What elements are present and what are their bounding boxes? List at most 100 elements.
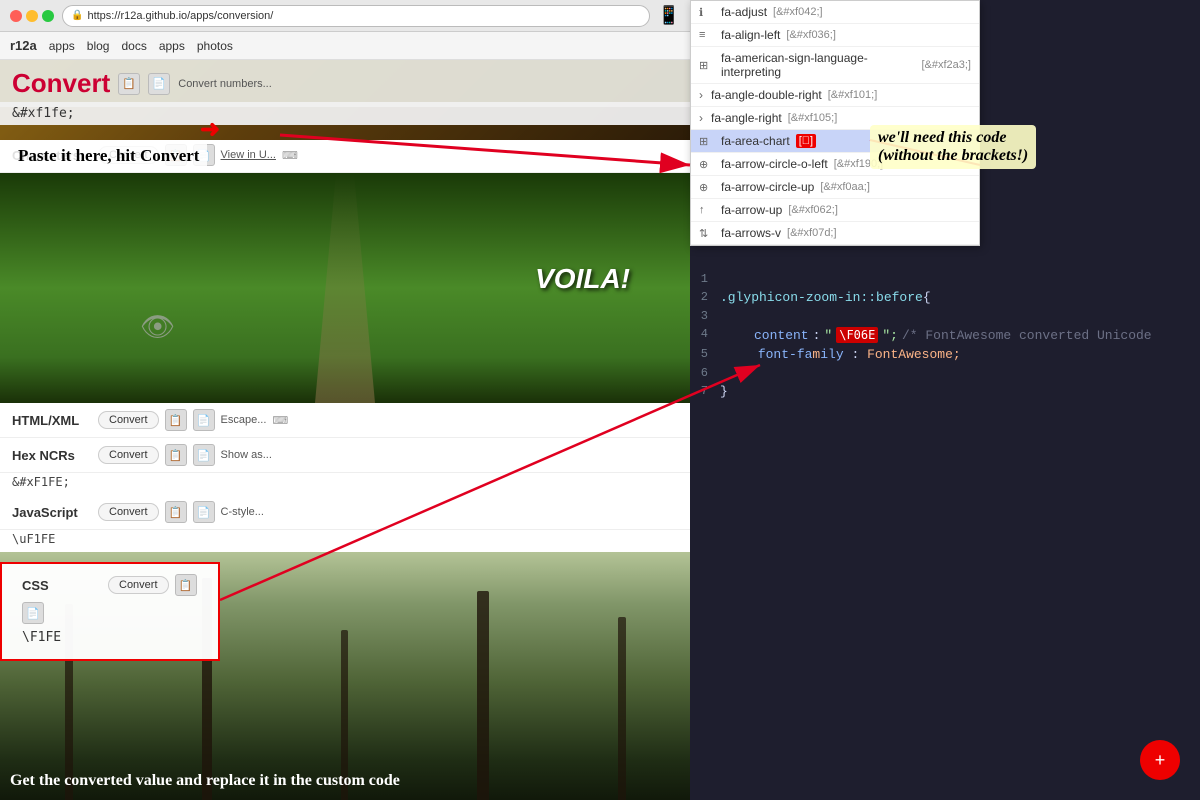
we-need-annotation: we'll need this code (without the bracke… [870, 125, 1036, 169]
address-bar[interactable]: 🔒 https://r12a.github.io/apps/conversion… [62, 5, 650, 27]
line-num-3: 3 [690, 309, 720, 323]
paste-instruction: Paste it here, hit Convert [10, 140, 207, 172]
fa-align-left-code: [&#xf036;] [786, 29, 836, 41]
fa-arrow-circle-up-code: [&#xf0aa;] [820, 181, 870, 193]
dropdown-fa-align-left[interactable]: ≡ fa-align-left [&#xf036;] [691, 24, 979, 47]
css-convert-btn[interactable]: Convert [108, 576, 169, 594]
fa-arrows-v-name: fa-arrows-v [721, 226, 781, 240]
code-line-3: 3 [690, 307, 1200, 325]
css-selector: .glyphicon-zoom-in::before [720, 290, 923, 305]
comment-1: /* FontAwesome converted Unicode [902, 328, 1152, 343]
browser-buttons [10, 10, 54, 22]
code-line-4: 4 content : " \F06E "; /* FontAwesome co… [690, 325, 1200, 345]
nav-apps2[interactable]: apps [159, 39, 185, 53]
fa-angle-double-right-code: [&#xf101;] [828, 89, 878, 101]
header-subtitle: Convert numbers... [178, 78, 272, 90]
content-value: " [824, 328, 832, 343]
fa-adjust-code: [&#xf042;] [773, 6, 823, 18]
keyboard-icon-2: ⌨ [272, 414, 288, 427]
nav-apps[interactable]: apps [49, 39, 75, 53]
main-title: Convert [12, 68, 110, 99]
dropdown-fa-arrows-v[interactable]: ⇅ fa-arrows-v [&#xf07d;] [691, 222, 979, 245]
fa-area-chart-icon: ⊞ [699, 135, 715, 148]
copy-header-btn[interactable]: 📋 [118, 73, 140, 95]
hexncrs-value-row: &#xF1FE; [0, 473, 690, 495]
fa-arrow-circle-o-left-name: fa-arrow-circle-o-left [721, 157, 828, 171]
dropdown-fa-asl[interactable]: ⊞ fa-american-sign-language-interpreting… [691, 47, 979, 84]
dropdown-fa-angle-double-right[interactable]: › fa-angle-double-right [&#xf101;] [691, 84, 979, 107]
hexncrs-value: &#xF1FE; [12, 475, 70, 489]
chevron-right-2: › [699, 111, 703, 125]
javascript-copy-btn[interactable]: 📋 [165, 501, 187, 523]
maximize-window-btn[interactable] [42, 10, 54, 22]
keyboard-icon-1: ⌨ [282, 149, 298, 162]
hexncrs-label: Hex NCRs [12, 448, 92, 463]
hexncrs-info-btn[interactable]: 📄 [193, 444, 215, 466]
javascript-info-btn[interactable]: 📄 [193, 501, 215, 523]
line-num-6: 6 [690, 366, 720, 380]
dropdown-fa-arrow-up[interactable]: ↑ fa-arrow-up [&#xf062;] [691, 199, 979, 222]
chevron-right-1: › [699, 88, 703, 102]
nav-bar: r12a apps blog docs apps photos [0, 32, 690, 60]
dropdown-fa-adjust[interactable]: ℹ fa-adjust [&#xf042;] [691, 1, 979, 24]
fa-asl-icon: ⊞ [699, 59, 715, 72]
fa-angle-double-right-name: fa-angle-double-right [711, 88, 822, 102]
css-info-btn[interactable]: 📄 [22, 602, 44, 624]
css-value: \F1FE [14, 628, 206, 653]
fa-align-left-icon: ≡ [699, 29, 715, 41]
escape-link[interactable]: Escape... [221, 414, 267, 426]
open-brace-1: { [923, 290, 931, 305]
htmlxml-info-btn[interactable]: 📄 [193, 409, 215, 431]
fa-arrow-circle-o-left-icon: ⊕ [699, 158, 715, 171]
dropdown-fa-arrow-circle-up[interactable]: ⊕ fa-arrow-circle-up [&#xf0aa;] [691, 176, 979, 199]
code-editor: 1 2 .glyphicon-zoom-in::before{ 3 4 cont… [690, 260, 1200, 800]
park-image: VOILA! 👁 [0, 173, 690, 403]
content-close-quote: "; [882, 328, 898, 343]
nav-docs[interactable]: docs [121, 39, 146, 53]
nav-photos[interactable]: photos [197, 39, 233, 53]
code-line-6: 6 [690, 364, 1200, 382]
url-text: https://r12a.github.io/apps/conversion/ [87, 10, 273, 22]
code-line-7: 7 } [690, 382, 1200, 401]
fab-button[interactable]: + [1140, 740, 1180, 780]
javascript-value: \uF1FE [12, 532, 55, 546]
content-property: content [754, 328, 809, 343]
minimize-window-btn[interactable] [26, 10, 38, 22]
font-family-property: font-fa [758, 347, 813, 362]
nav-blog[interactable]: blog [87, 39, 110, 53]
htmlxml-section-row: HTML/XML Convert 📋 📄 Escape... ⌨ [0, 403, 690, 438]
close-window-btn[interactable] [10, 10, 22, 22]
fa-align-left-name: fa-align-left [721, 28, 780, 42]
hero-image-top: Convert 📋 📄 Convert numbers... &#xf1fe; … [0, 60, 690, 140]
fa-arrow-circle-up-icon: ⊕ [699, 181, 715, 194]
forest-image: CSS Convert 📋 📄 \F1FE Get the converted … [0, 552, 690, 800]
hex-input-value[interactable]: &#xf1fe; [12, 106, 75, 121]
font-family-property-3: ily [820, 347, 843, 362]
hexncrs-copy-btn[interactable]: 📋 [165, 444, 187, 466]
eye-icon: 👁 [140, 310, 176, 343]
showas-link[interactable]: Show as... [221, 449, 272, 461]
left-panel: 🔒 https://r12a.github.io/apps/conversion… [0, 0, 690, 800]
fa-area-chart-code-highlight: [] [796, 134, 816, 148]
cstyle-link[interactable]: C-style... [221, 506, 264, 518]
view-in-u-link[interactable]: View in U... [221, 149, 276, 161]
browser-bar: 🔒 https://r12a.github.io/apps/conversion… [0, 0, 690, 32]
javascript-convert-btn[interactable]: Convert [98, 503, 159, 521]
fa-asl-code: [&#xf2a3;] [921, 59, 971, 71]
code-line-2: 2 .glyphicon-zoom-in::before{ [690, 288, 1200, 307]
javascript-value-row: \uF1FE [0, 530, 690, 552]
fa-arrow-up-name: fa-arrow-up [721, 203, 782, 217]
css-section-highlight: CSS Convert 📋 📄 \F1FE [0, 562, 220, 661]
dropdown-panel: ℹ fa-adjust [&#xf042;] ≡ fa-align-left [… [690, 0, 980, 246]
mobile-icon: 📱 [658, 5, 680, 26]
info-header-btn[interactable]: 📄 [148, 73, 170, 95]
css-copy-btn[interactable]: 📋 [175, 574, 197, 596]
hexncrs-convert-btn[interactable]: Convert [98, 446, 159, 464]
htmlxml-convert-btn[interactable]: Convert [98, 411, 159, 429]
htmlxml-copy-btn[interactable]: 📋 [165, 409, 187, 431]
fa-asl-name: fa-american-sign-language-interpreting [721, 51, 915, 79]
lock-icon: 🔒 [71, 10, 83, 21]
fa-arrows-v-icon: ⇅ [699, 227, 715, 240]
fa-arrows-v-code: [&#xf07d;] [787, 227, 837, 239]
fa-adjust-name: fa-adjust [721, 5, 767, 19]
